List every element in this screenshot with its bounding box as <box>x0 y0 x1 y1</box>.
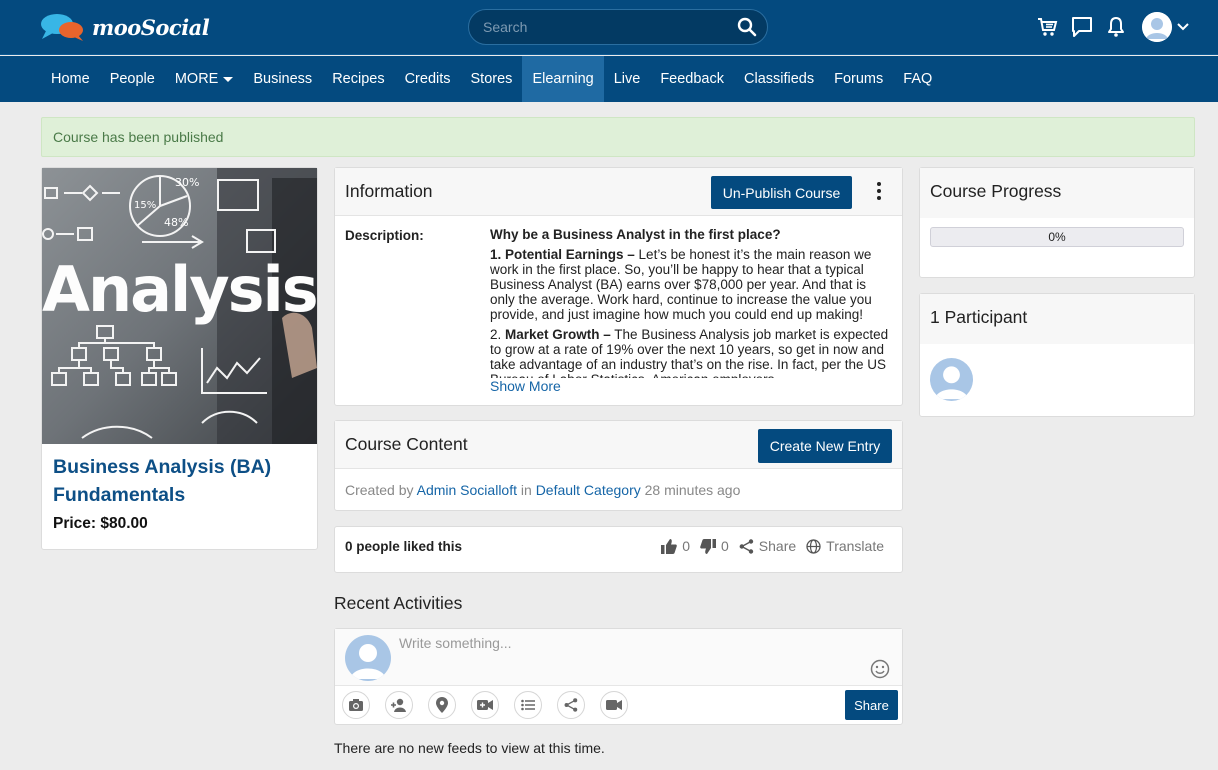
unpublish-course-button[interactable]: Un-Publish Course <box>711 176 852 209</box>
location-icon[interactable] <box>428 691 456 719</box>
course-price: Price: $80.00 <box>53 515 148 532</box>
bell-icon[interactable] <box>1104 15 1128 39</box>
create-new-entry-button[interactable]: Create New Entry <box>758 429 892 463</box>
pct-label-1: 30% <box>175 176 199 189</box>
success-alert: Course has been published <box>41 117 1195 157</box>
search-icon[interactable] <box>737 17 757 37</box>
nav-item-faq[interactable]: FAQ <box>893 56 942 102</box>
author-link[interactable]: Admin Socialloft <box>417 482 517 498</box>
likes-summary[interactable]: 0 people liked this <box>345 539 462 554</box>
caret-down-icon <box>223 76 234 82</box>
chevron-down-icon[interactable] <box>1176 15 1190 39</box>
no-feeds-message: There are no new feeds to view at this t… <box>334 740 605 756</box>
composer-avatar <box>345 635 391 681</box>
participants-title: 1 Participant <box>930 307 1028 327</box>
dislike-count: 0 <box>721 538 729 554</box>
course-content-title: Course Content <box>345 434 468 454</box>
nav-item-people[interactable]: People <box>100 56 165 102</box>
logo-bubbles-icon <box>41 14 83 41</box>
course-image[interactable]: 30% 15% 48% Analysis <box>42 168 317 444</box>
list-icon[interactable] <box>514 691 542 719</box>
information-header: Information Un-Publish Course <box>335 168 902 216</box>
information-title: Information <box>345 181 433 201</box>
category-link[interactable]: Default Category <box>536 482 641 498</box>
course-card: 30% 15% 48% Analysis Business Analysis (… <box>41 167 318 550</box>
top-icons <box>1026 12 1190 42</box>
main-nav: Home People MORE Business Recipes Credit… <box>0 56 1218 102</box>
brand-logo[interactable]: mooSocial <box>40 12 210 42</box>
tag-friend-icon[interactable] <box>385 691 413 719</box>
composer-input[interactable]: Write something... <box>399 635 849 651</box>
globe-icon <box>806 538 821 554</box>
participants-card: 1 Participant <box>919 293 1195 417</box>
like-button[interactable]: 0 <box>661 538 690 554</box>
course-progress-header: Course Progress <box>920 168 1194 218</box>
translate-label: Translate <box>826 538 884 554</box>
share-link[interactable]: Share <box>739 538 796 554</box>
search-input[interactable] <box>483 10 733 44</box>
analysis-word: Analysis <box>42 253 317 326</box>
information-card: Information Un-Publish Course Descriptio… <box>334 167 903 406</box>
thumbs-down-icon <box>700 538 716 554</box>
translate-link[interactable]: Translate <box>806 538 884 554</box>
composer-tools <box>342 691 643 719</box>
like-count: 0 <box>682 538 690 554</box>
post-composer: Write something... Share <box>334 628 903 725</box>
nav-item-stores[interactable]: Stores <box>461 56 523 102</box>
cart-icon[interactable] <box>1036 15 1060 39</box>
brand-name: mooSocial <box>92 14 210 40</box>
description-label: Description: <box>345 228 424 243</box>
nav-item-live[interactable]: Live <box>604 56 651 102</box>
add-video-icon[interactable] <box>471 691 499 719</box>
course-progress-card: Course Progress 0% <box>919 167 1195 278</box>
camera-icon[interactable] <box>342 691 370 719</box>
nav-item-more-label: MORE <box>174 71 219 87</box>
search-box <box>468 9 768 45</box>
description-text: Why be a Business Analyst in the first p… <box>490 227 890 379</box>
nav-item-feedback[interactable]: Feedback <box>650 56 734 102</box>
pct-label-3: 48% <box>164 216 188 229</box>
share-link-icon[interactable] <box>557 691 585 719</box>
created-time: 28 minutes ago <box>644 482 741 498</box>
emoji-icon[interactable] <box>870 659 890 679</box>
course-progress-title: Course Progress <box>930 181 1062 201</box>
post-share-button[interactable]: Share <box>845 690 898 720</box>
show-more-link[interactable]: Show More <box>490 378 890 394</box>
nav-item-classifieds[interactable]: Classifieds <box>734 56 824 102</box>
nav-item-elearning[interactable]: Elearning <box>522 56 604 102</box>
video-camera-icon[interactable] <box>600 691 628 719</box>
dislike-button[interactable]: 0 <box>700 538 729 554</box>
nav-item-business[interactable]: Business <box>243 56 322 102</box>
nav-item-forums[interactable]: Forums <box>824 56 893 102</box>
share-icon <box>739 538 753 554</box>
course-title[interactable]: Business Analysis (BA) Fundamentals <box>53 453 308 509</box>
created-by-line: Created by Admin Socialloft in Default C… <box>345 482 741 498</box>
likes-card: 0 people liked this 0 0 Share Translate <box>334 526 903 573</box>
more-options-icon[interactable] <box>876 182 882 202</box>
description-paragraph-2: 2. Market Growth – The Business Analysis… <box>490 327 889 379</box>
nav-item-credits[interactable]: Credits <box>395 56 461 102</box>
like-actions: 0 0 Share Translate <box>651 538 884 554</box>
nav-item-recipes[interactable]: Recipes <box>322 56 394 102</box>
recent-activities-title: Recent Activities <box>334 593 463 613</box>
description-paragraph-1: 1. Potential Earnings – Let’s be honest … <box>490 247 872 322</box>
composer-top: Write something... <box>335 629 902 686</box>
participants-header: 1 Participant <box>920 294 1194 344</box>
progress-bar: 0% <box>930 227 1184 247</box>
thumbs-up-icon <box>661 538 678 554</box>
user-avatar[interactable] <box>1142 12 1172 42</box>
pct-label-2: 15% <box>134 200 156 211</box>
progress-label: 0% <box>1048 230 1066 244</box>
nav-item-home[interactable]: Home <box>41 56 100 102</box>
top-bar: mooSocial <box>0 0 1218 55</box>
chat-icon[interactable] <box>1070 15 1094 39</box>
course-content-card: Course Content Create New Entry Created … <box>334 420 903 511</box>
description-question: Why be a Business Analyst in the first p… <box>490 227 781 242</box>
share-label: Share <box>758 538 797 554</box>
course-content-header: Course Content Create New Entry <box>335 421 902 469</box>
participant-avatar[interactable] <box>930 358 973 401</box>
nav-item-more[interactable]: MORE <box>165 56 244 102</box>
